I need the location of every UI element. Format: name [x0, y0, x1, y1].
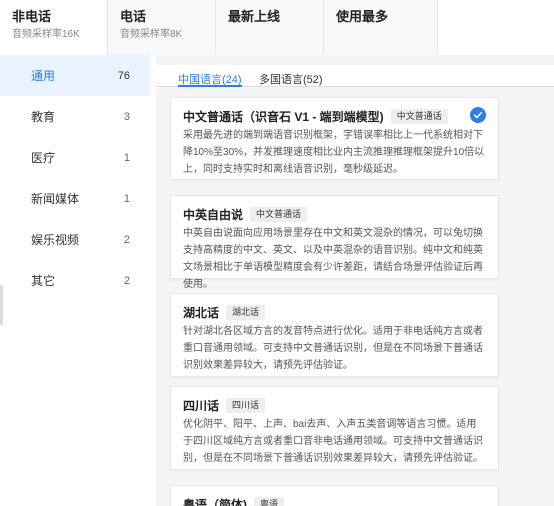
model-card-header: 湖北话 湖北话 — [183, 303, 486, 321]
model-name: 中文普通话（识音石 V1 - 端到端模型) — [183, 109, 384, 124]
sidebar-item-label: 新闻媒体 — [31, 192, 80, 206]
model-name: 四川话 — [183, 398, 220, 413]
subtab-multi-languages[interactable]: 多国语言(52) — [259, 71, 323, 87]
model-card-hubei[interactable]: 湖北话 湖北话 针对湖北各区域方言的发音特点进行优化。适用于非电话纯方言或者重口… — [170, 293, 499, 377]
model-card-list: 中文普通话（识音石 V1 - 端到端模型) 中文普通话 采用最先进的端到端语音识… — [156, 88, 554, 506]
category-sidebar: 通用 76 教育 3 医疗 1 新闻媒体 1 娱乐视频 2 其它 2 — [0, 55, 150, 506]
model-language-tag: 粤语 — [254, 496, 285, 506]
sidebar-item-medical[interactable]: 医疗 1 — [0, 137, 150, 178]
model-card-header: 粤语（简体) 粤语 — [183, 495, 486, 506]
model-description: 采用最先进的端到端语音识别框架，字错误率相比上一代系统相对下降10%至30%，并… — [183, 130, 485, 175]
sidebar-item-label: 医疗 — [31, 151, 56, 165]
model-card-header: 中文普通话（识音石 V1 - 端到端模型) 中文普通话 — [183, 107, 486, 125]
model-description: 中英自由说面向应用场景里存在中文和英文混杂的情况，可以兔切换支持高精度的中文、英… — [183, 228, 483, 290]
language-subtabs: 中国语言(24) 多国语言(52) — [156, 65, 554, 87]
top-tab-most-used[interactable]: 使用最多 — [324, 0, 438, 55]
model-card-sichuan[interactable]: 四川话 四川话 优化阴平、阳平、上声、bai去声、入声五类音调等语言习惯。适用于… — [170, 386, 499, 470]
top-tab-title: 最新上线 — [228, 9, 281, 24]
model-language-tag: 中文普通话 — [390, 108, 448, 124]
sidebar-item-count: 2 — [123, 274, 130, 287]
model-card-chinese-english[interactable]: 中英自由说 中文普通话 中英自由说面向应用场景里存在中文和英文混杂的情况，可以兔… — [170, 195, 499, 290]
model-name: 中英自由说 — [183, 207, 244, 222]
model-description: 优化阴平、阳平、上声、bai去声、入声五类音调等语言习惯。适用于四川区域纯方言或… — [183, 419, 483, 464]
sidebar-scroll-edge — [0, 285, 3, 325]
sidebar-item-count: 76 — [117, 69, 130, 82]
model-card-mandarin-e2e[interactable]: 中文普通话（识音石 V1 - 端到端模型) 中文普通话 采用最先进的端到端语音识… — [170, 97, 499, 180]
top-tab-latest[interactable]: 最新上线 — [216, 0, 324, 55]
model-language-tag: 湖北话 — [226, 304, 266, 320]
top-tab-title: 非电话 — [12, 9, 52, 24]
sidebar-item-count: 3 — [123, 110, 130, 123]
model-language-tag: 四川话 — [226, 397, 266, 413]
sidebar-item-general[interactable]: 通用 76 — [0, 55, 150, 96]
model-name: 粤语（简体) — [183, 497, 247, 506]
model-card-header: 四川话 四川话 — [183, 396, 486, 414]
model-card-cantonese[interactable]: 粤语（简体) 粤语 — [170, 485, 499, 506]
model-name: 湖北话 — [183, 305, 220, 320]
top-tab-subtitle: 音频采样率8K — [120, 29, 183, 40]
sidebar-item-education[interactable]: 教育 3 — [0, 96, 150, 137]
sidebar-item-entertainment[interactable]: 娱乐视频 2 — [0, 219, 150, 260]
sidebar-item-label: 教育 — [31, 110, 56, 124]
top-tab-title: 使用最多 — [336, 9, 389, 24]
sidebar-item-label: 其它 — [31, 274, 56, 288]
model-list-panel: 中国语言(24) 多国语言(52) 中文普通话（识音石 V1 - 端到端模型) … — [156, 55, 554, 506]
sidebar-item-count: 1 — [123, 151, 130, 164]
top-tab-phone[interactable]: 电话 音频采样率8K — [108, 0, 216, 55]
sidebar-item-label: 娱乐视频 — [31, 233, 80, 247]
sidebar-item-news-media[interactable]: 新闻媒体 1 — [0, 178, 150, 219]
subtab-chinese-languages[interactable]: 中国语言(24) — [178, 71, 242, 87]
sidebar-item-count: 1 — [123, 192, 130, 205]
top-category-tabs: 非电话 音频采样率16K 电话 音频采样率8K 最新上线 使用最多 — [0, 0, 554, 55]
sidebar-item-other[interactable]: 其它 2 — [0, 260, 150, 301]
model-language-tag: 中文普通话 — [250, 206, 308, 222]
top-tab-non-phone[interactable]: 非电话 音频采样率16K — [0, 0, 108, 55]
sidebar-item-label: 通用 — [31, 69, 56, 83]
top-tab-subtitle: 音频采样率16K — [12, 29, 80, 40]
model-description: 针对湖北各区域方言的发音特点进行优化。适用于非电话纯方言或者重口音通用领域。可支… — [183, 326, 483, 371]
sidebar-item-count: 2 — [123, 233, 130, 246]
top-tabs-filler — [438, 0, 554, 55]
model-card-header: 中英自由说 中文普通话 — [183, 205, 486, 223]
top-tab-title: 电话 — [120, 9, 147, 24]
selected-check-icon — [470, 107, 486, 123]
